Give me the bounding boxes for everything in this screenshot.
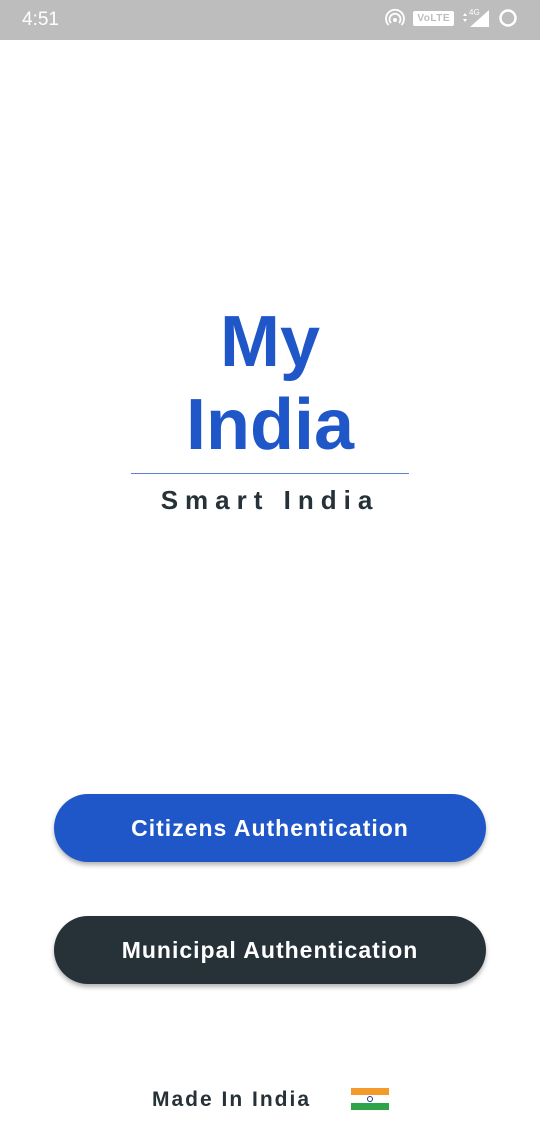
status-time: 4:51 <box>22 9 59 30</box>
footer: Made In India <box>0 1086 540 1116</box>
made-in-india-label: Made In India <box>152 1088 312 1111</box>
title-divider <box>131 473 409 474</box>
app-title-line1: My <box>219 302 321 382</box>
app-subtitle: Smart India <box>160 485 380 515</box>
network-type-label: 4G <box>469 8 480 17</box>
hotspot-icon <box>385 8 406 26</box>
citizens-authentication-button[interactable]: Citizens Authentication <box>54 794 486 862</box>
status-icons: VoLTE 4G <box>385 8 518 28</box>
volte-badge: VoLTE <box>413 10 454 26</box>
app-title-line2: India <box>185 385 354 465</box>
municipal-authentication-button[interactable]: Municipal Authentication <box>54 916 486 984</box>
signal-icon: 4G <box>463 8 489 27</box>
status-bar: 4:51 VoLTE 4G <box>0 0 540 40</box>
battery-loading-icon <box>499 9 517 27</box>
india-flag-icon <box>351 1088 389 1110</box>
